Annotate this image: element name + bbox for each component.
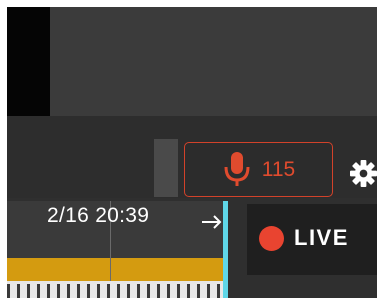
camera-view: 115 2/16 20:39 LIVE — [7, 7, 377, 298]
video-letterbox — [7, 7, 50, 116]
arrow-right-icon — [202, 215, 222, 229]
timeline-ruler-ticks — [7, 284, 223, 298]
recording-segment[interactable] — [7, 258, 223, 281]
live-label: LIVE — [294, 225, 349, 250]
gear-icon[interactable] — [350, 160, 377, 187]
talkback-count: 115 — [261, 157, 296, 181]
talkback-button[interactable]: 115 — [184, 142, 333, 197]
live-button[interactable]: LIVE — [247, 207, 377, 269]
microphone-icon — [224, 151, 250, 186]
video-feed[interactable] — [50, 7, 377, 116]
live-indicator-dot — [259, 225, 284, 251]
toolbar-spacer — [154, 139, 178, 197]
timeline-timestamp: 2/16 20:39 — [47, 204, 150, 227]
timeline-playhead[interactable] — [223, 201, 228, 298]
